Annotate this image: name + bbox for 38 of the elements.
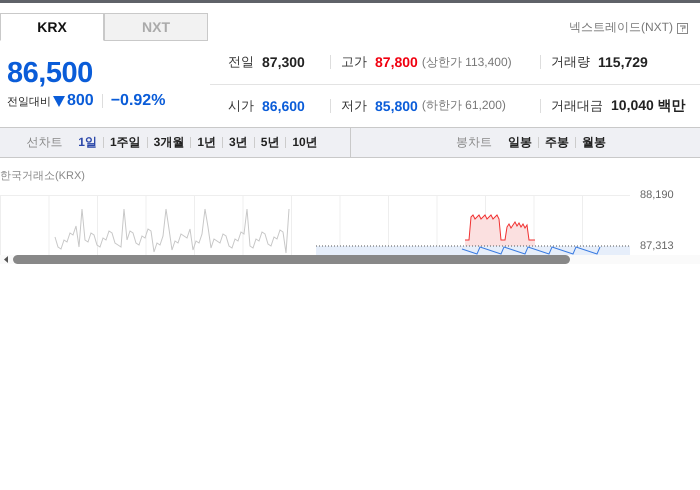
- chart-type-label: 선차트: [26, 134, 62, 151]
- chart-source: 한국거래소(KRX): [0, 169, 86, 184]
- stat-label: 거래대금: [551, 96, 603, 115]
- stat-value: 10,040 백만: [611, 96, 686, 115]
- nxt-link[interactable]: 넥스트레이드(NXT): [569, 19, 673, 36]
- price-limit: (상한가 113,400): [422, 54, 512, 71]
- change-rate: −0.92%: [110, 92, 166, 110]
- change-label: 전일대비: [7, 94, 51, 108]
- period-tab[interactable]: 1주일: [104, 134, 147, 151]
- stat-label: 거래량: [551, 53, 590, 72]
- stat-value: 87,800: [375, 54, 418, 70]
- stat-value: 85,800: [375, 98, 418, 114]
- stat-label: 시가: [228, 96, 254, 115]
- period-tab[interactable]: 일봉: [502, 134, 538, 151]
- help-icon[interactable]: [677, 23, 688, 34]
- scroll-left-icon[interactable]: [4, 256, 8, 263]
- period-tab[interactable]: 1년: [191, 134, 222, 151]
- period-tab[interactable]: 월봉: [576, 134, 612, 151]
- stat-label: 고가: [341, 53, 367, 72]
- period-tab[interactable]: 10년: [286, 134, 324, 151]
- stat-label: 저가: [341, 96, 367, 115]
- period-tab[interactable]: 3개월: [148, 134, 190, 151]
- y-axis-label: 87,313: [640, 240, 674, 252]
- change-amount: 800: [67, 92, 94, 110]
- period-tab[interactable]: 5년: [254, 134, 286, 151]
- stat-value: 115,729: [598, 54, 648, 70]
- price-limit: (하한가 61,200): [422, 97, 506, 114]
- market-tab[interactable]: KRX: [0, 13, 104, 41]
- y-axis-label: 88,190: [640, 189, 674, 201]
- stat-value: 87,300: [262, 54, 305, 70]
- scrollbar-thumb[interactable]: [13, 255, 570, 264]
- period-tab[interactable]: 1일: [72, 134, 103, 151]
- stat-value: 86,600: [262, 98, 305, 114]
- stat-label: 전일: [228, 53, 254, 72]
- chart-type-label: 봉차트: [456, 134, 492, 151]
- period-tab[interactable]: 3년: [223, 134, 254, 151]
- period-tab[interactable]: 주봉: [539, 134, 575, 151]
- current-price: 86,500: [7, 57, 94, 89]
